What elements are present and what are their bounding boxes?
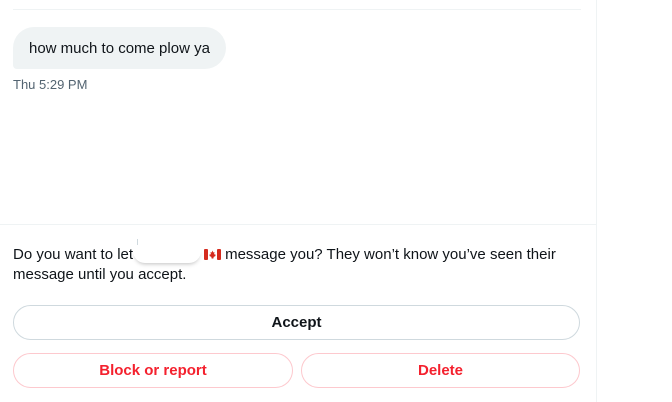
message-bubble[interactable]: how much to come plow ya <box>13 27 226 69</box>
accept-button-label: Accept <box>271 314 322 331</box>
redacted-username <box>133 239 202 263</box>
delete-button-label: Delete <box>417 362 464 379</box>
dm-request-view: how much to come plow ya Thu 5:29 PM Do … <box>0 0 672 402</box>
request-text-before: Do you want to let <box>13 246 134 263</box>
block-or-report-label: Block or report <box>99 362 207 379</box>
message-timestamp: Thu 5:29 PM <box>13 77 88 92</box>
divider <box>13 9 581 10</box>
side-panel <box>597 0 672 402</box>
accept-button[interactable]: Accept <box>13 305 580 340</box>
canada-flag-icon <box>204 249 222 260</box>
conversation-panel: how much to come plow ya Thu 5:29 PM Do … <box>0 0 596 402</box>
delete-button[interactable]: Delete <box>301 353 580 388</box>
divider <box>0 224 596 225</box>
message-request-prompt: Do you want to let message you? They won… <box>13 239 583 285</box>
block-or-report-button[interactable]: Block or report <box>13 353 293 388</box>
message-text: how much to come plow ya <box>29 39 210 57</box>
